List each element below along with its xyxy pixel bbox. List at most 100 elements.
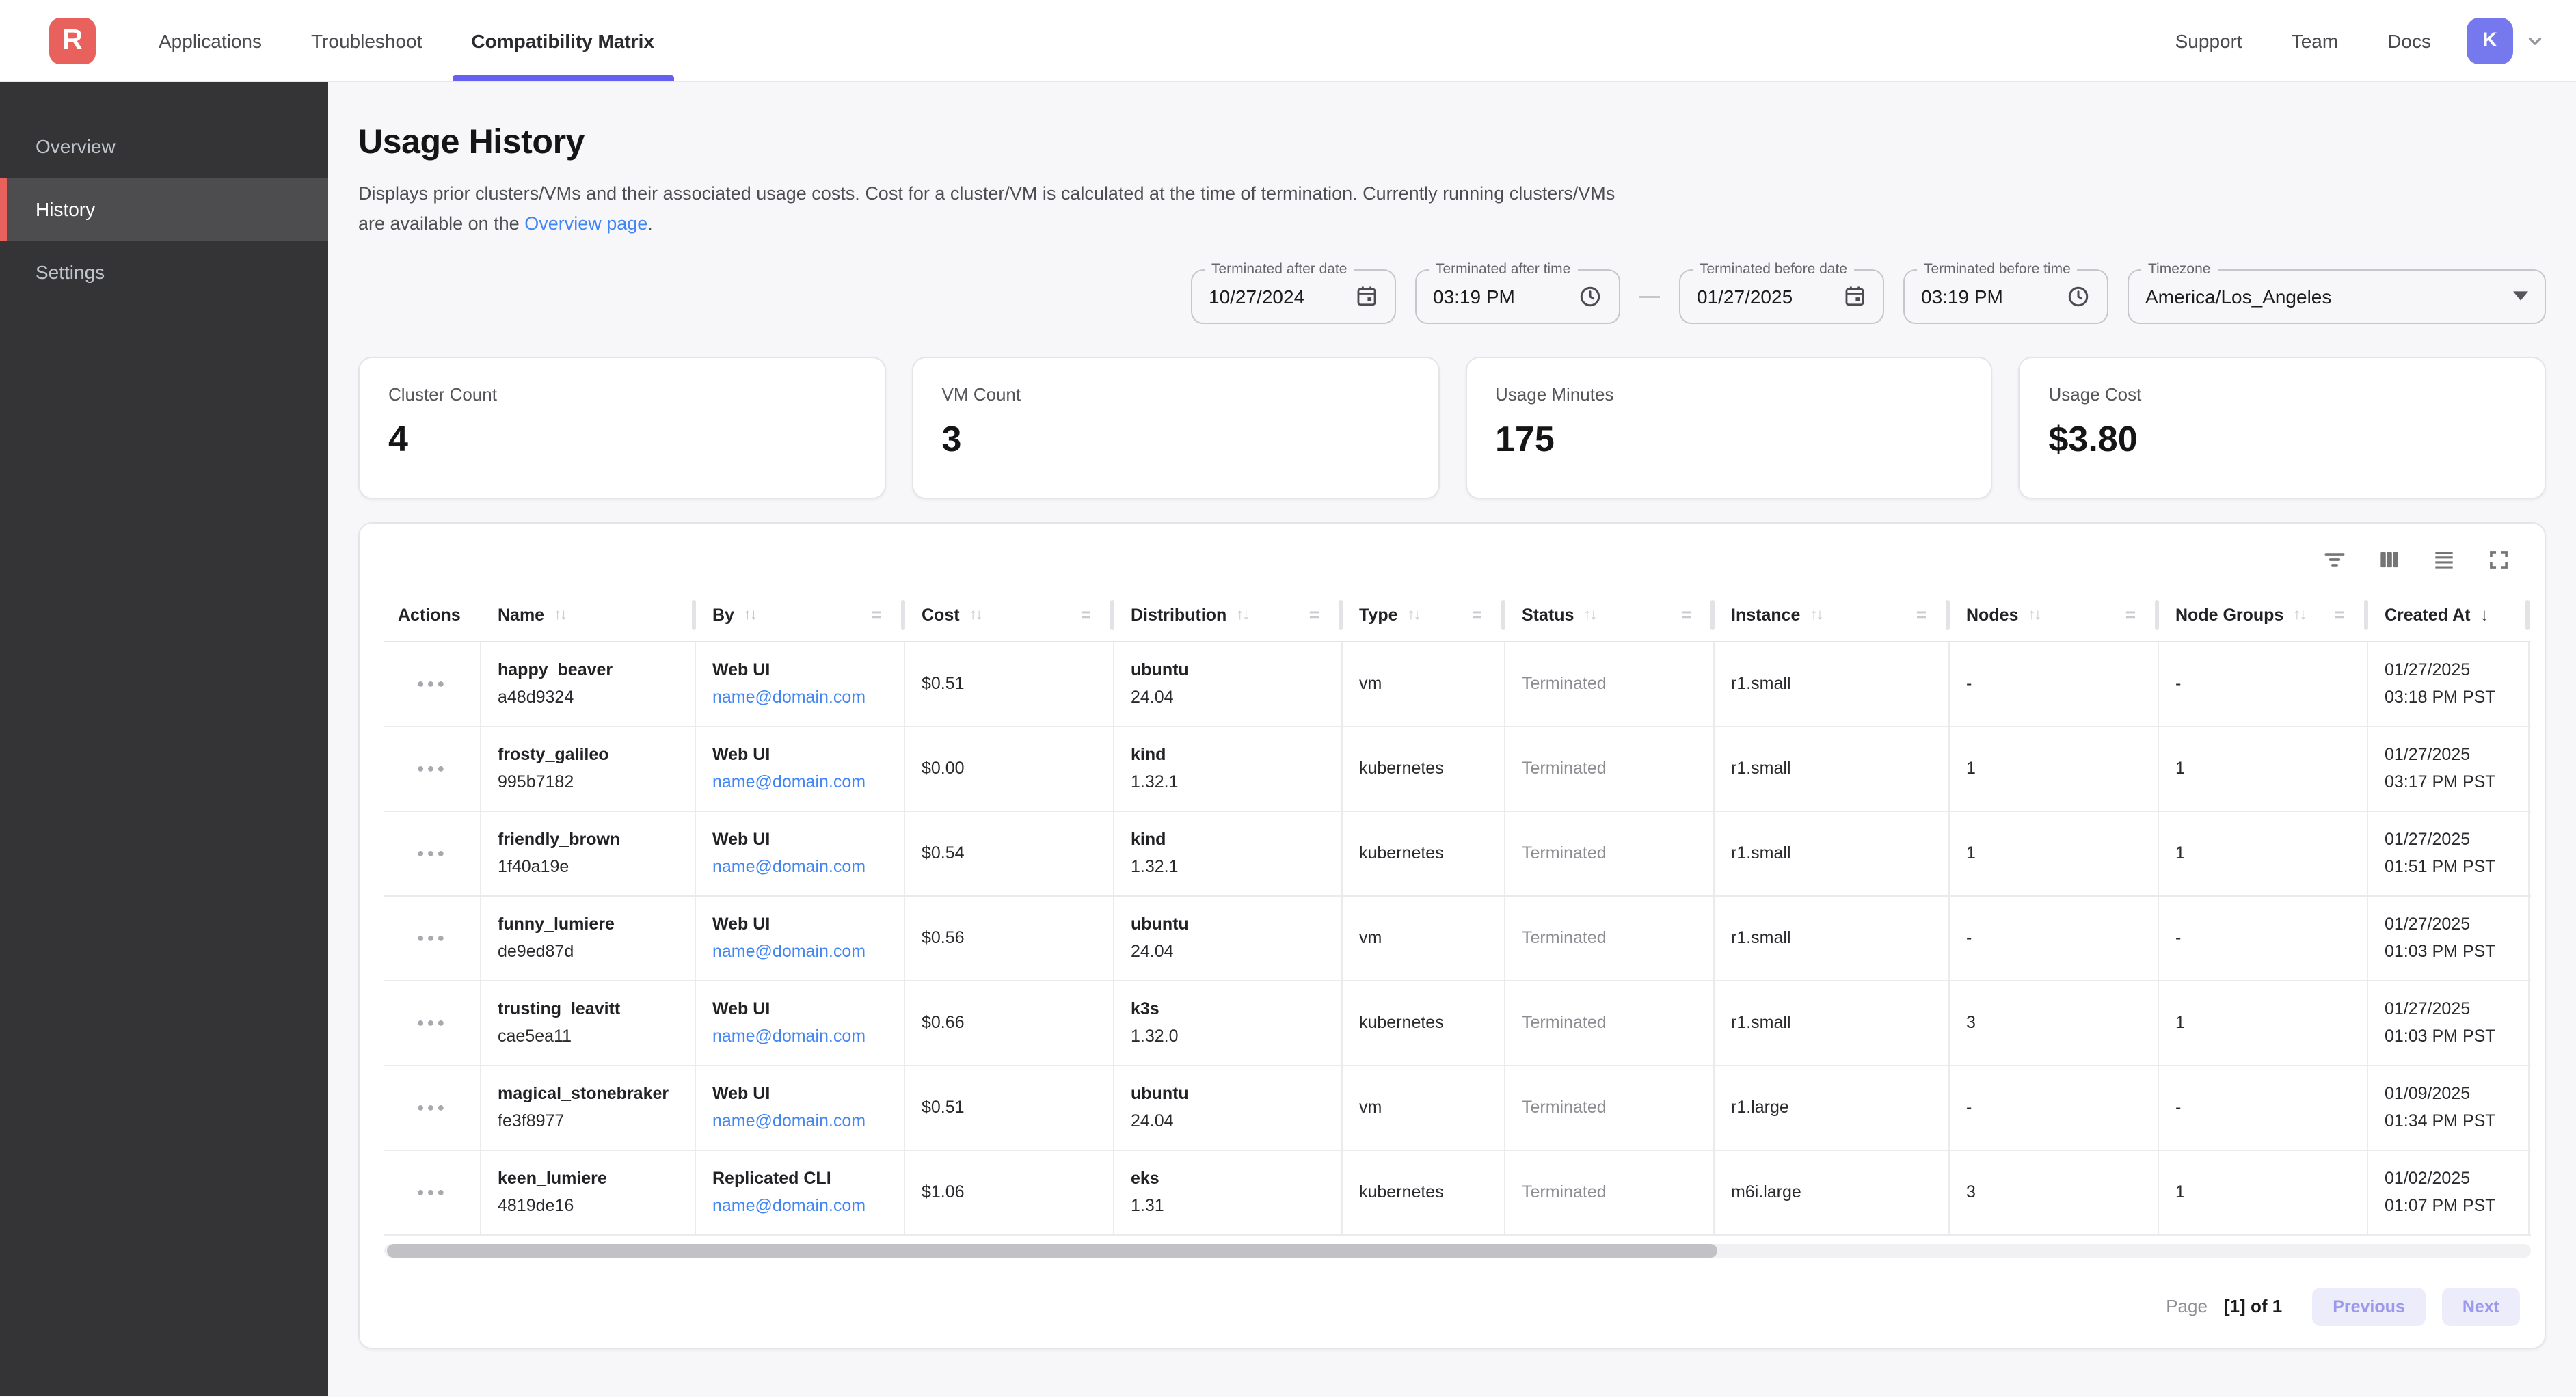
cell-node-groups: - <box>2159 896 2368 979</box>
stat-value: 175 <box>1495 418 1963 460</box>
column-menu-icon[interactable]: = <box>1916 604 1927 625</box>
email-link[interactable]: name@domain.com <box>712 942 866 961</box>
app-root: R Applications Troubleshoot Compatibilit… <box>0 0 2576 1397</box>
cell-instance: r1.small <box>1715 727 1950 810</box>
horizontal-scrollbar-track[interactable] <box>384 1243 2531 1257</box>
sort-icon[interactable]: ↑↓ <box>2293 606 2305 623</box>
calendar-icon[interactable] <box>1843 284 1866 308</box>
table-row[interactable]: ●●● keen_lumiere4819de16 Replicated CLIn… <box>384 1150 2531 1235</box>
next-page-button[interactable]: Next <box>2442 1287 2520 1325</box>
column-menu-icon[interactable]: = <box>1309 604 1319 625</box>
cell-instance: r1.small <box>1715 811 1950 895</box>
filter-icon[interactable] <box>2322 547 2348 573</box>
top-link[interactable]: Support <box>2175 29 2242 51</box>
sidebar-item-settings[interactable]: Settings <box>0 241 328 303</box>
previous-page-button[interactable]: Previous <box>2312 1287 2426 1325</box>
email-link[interactable]: name@domain.com <box>712 857 866 876</box>
cell-status: Terminated <box>1505 811 1715 895</box>
sidebar-item-history[interactable]: History <box>0 178 328 241</box>
horizontal-scrollbar-thumb[interactable] <box>387 1243 1718 1257</box>
nav-tab-compatibility-matrix[interactable]: Compatibility Matrix <box>446 0 679 81</box>
stat-label: Cluster Count <box>388 383 856 404</box>
email-link[interactable]: name@domain.com <box>712 688 866 707</box>
stat-card: Usage Cost $3.80 <box>2019 356 2547 498</box>
cell-type: vm <box>1343 1066 1505 1149</box>
cell-distribution: kind1.32.1 <box>1114 727 1343 810</box>
main-nav-tabs: Applications Troubleshoot Compatibility … <box>134 0 679 81</box>
column-menu-icon[interactable]: = <box>1472 604 1482 625</box>
cell-distribution: kind1.32.1 <box>1114 811 1343 895</box>
clock-icon[interactable] <box>1578 284 1602 308</box>
density-icon[interactable] <box>2431 547 2457 573</box>
dropdown-arrow-icon[interactable] <box>2513 291 2528 301</box>
filter-field[interactable]: Terminated before time 03:19 PM <box>1903 269 2108 323</box>
column-header-created-at[interactable]: Created At ↑↓ ↓ = <box>2368 588 2530 640</box>
timezone-select[interactable]: Timezone America/Los_Angeles <box>2128 269 2546 323</box>
column-menu-icon[interactable]: = <box>2125 604 2136 625</box>
sort-icon[interactable]: ↑↓ <box>1408 606 1420 623</box>
active-tab-underline <box>452 75 673 81</box>
more-options-icon[interactable]: ●●● <box>417 1185 448 1199</box>
column-menu-icon[interactable]: = <box>872 604 882 625</box>
column-header-nodes[interactable]: Nodes ↑↓ ↓ = <box>1950 588 2159 640</box>
nav-tab-applications[interactable]: Applications <box>134 0 286 81</box>
table-row[interactable]: ●●● funny_lumierede9ed87d Web UIname@dom… <box>384 896 2531 981</box>
more-options-icon[interactable]: ●●● <box>417 1016 448 1029</box>
email-link[interactable]: name@domain.com <box>712 1196 866 1215</box>
email-link[interactable]: name@domain.com <box>712 772 866 791</box>
column-header-name[interactable]: Name ↑↓ ↓ = <box>481 588 696 640</box>
sort-icon[interactable]: ↑↓ <box>1810 606 1822 623</box>
top-link[interactable]: Team <box>2292 29 2338 51</box>
filter-field[interactable]: Terminated after time 03:19 PM <box>1415 269 1620 323</box>
table-row[interactable]: ●●● frosty_galileo995b7182 Web UIname@do… <box>384 727 2531 811</box>
column-menu-icon[interactable]: = <box>1081 604 1091 625</box>
overview-page-link[interactable]: Overview page <box>524 213 647 234</box>
user-avatar[interactable]: K <box>2467 17 2513 64</box>
table-row[interactable]: ●●● friendly_brown1f40a19e Web UIname@do… <box>384 811 2531 896</box>
fullscreen-icon[interactable] <box>2486 547 2512 573</box>
table-row[interactable]: ●●● happy_beavera48d9324 Web UIname@doma… <box>384 642 2531 727</box>
sidebar-item-overview[interactable]: Overview <box>0 115 328 178</box>
filter-field[interactable]: Terminated before date 01/27/2025 <box>1679 269 1884 323</box>
column-menu-icon[interactable]: = <box>2335 604 2345 625</box>
chevron-down-icon[interactable] <box>2524 29 2546 51</box>
email-link[interactable]: name@domain.com <box>712 1111 866 1130</box>
sort-icon[interactable]: ↑↓ <box>554 606 566 623</box>
more-options-icon[interactable]: ●●● <box>417 761 448 775</box>
more-options-icon[interactable]: ●●● <box>417 677 448 690</box>
top-link[interactable]: Docs <box>2387 29 2431 51</box>
more-options-icon[interactable]: ●●● <box>417 1100 448 1114</box>
column-header-node-groups[interactable]: Node Groups ↑↓ ↓ = <box>2159 588 2368 640</box>
table-row[interactable]: ●●● trusting_leavittcae5ea11 Web UIname@… <box>384 981 2531 1066</box>
columns-icon[interactable] <box>2376 547 2402 573</box>
more-options-icon[interactable]: ●●● <box>417 931 448 945</box>
cell-distribution: k3s1.32.0 <box>1114 981 1343 1064</box>
sort-icon[interactable]: ↑↓ <box>1583 606 1596 623</box>
column-header-by[interactable]: By ↑↓ ↓ = <box>696 588 905 640</box>
column-header-instance[interactable]: Instance ↑↓ ↓ = <box>1715 588 1950 640</box>
column-header-distribution[interactable]: Distribution ↑↓ ↓ = <box>1114 588 1343 640</box>
top-links: Support Team Docs <box>2175 29 2431 51</box>
column-menu-icon[interactable]: = <box>1681 604 1691 625</box>
nav-tab-troubleshoot[interactable]: Troubleshoot <box>286 0 446 81</box>
main-content: Usage History Displays prior clusters/VM… <box>328 82 2576 1396</box>
sort-icon[interactable]: ↑↓ <box>2028 606 2040 623</box>
column-header-cost[interactable]: Cost ↑↓ ↓ = <box>905 588 1114 640</box>
calendar-icon[interactable] <box>1355 284 1378 308</box>
filter-field[interactable]: Terminated after date 10/27/2024 <box>1191 269 1396 323</box>
more-options-icon[interactable]: ●●● <box>417 846 448 860</box>
table-row[interactable]: ●●● magical_stonebrakerfe3f8977 Web UIna… <box>384 1066 2531 1150</box>
column-header-type[interactable]: Type ↑↓ ↓ = <box>1343 588 1505 640</box>
email-link[interactable]: name@domain.com <box>712 1027 866 1046</box>
column-header-actions[interactable]: Actions ↑↓ ↓ = <box>384 588 481 640</box>
column-header-status[interactable]: Status ↑↓ ↓ = <box>1505 588 1715 640</box>
sort-icon[interactable]: ↑↓ <box>1236 606 1248 623</box>
filters-row: Terminated after date 10/27/2024 Termina… <box>358 269 2546 323</box>
stat-cards: Cluster Count 4 VM Count 3 Usage Minutes… <box>358 356 2546 498</box>
sort-icon[interactable]: ↑↓ <box>744 606 756 623</box>
sort-icon[interactable]: ↑↓ <box>969 606 982 623</box>
clock-icon[interactable] <box>2066 284 2091 308</box>
app-logo[interactable]: R <box>49 17 96 64</box>
sort-desc-icon[interactable]: ↓ <box>2480 604 2489 625</box>
cell-status: Terminated <box>1505 727 1715 810</box>
